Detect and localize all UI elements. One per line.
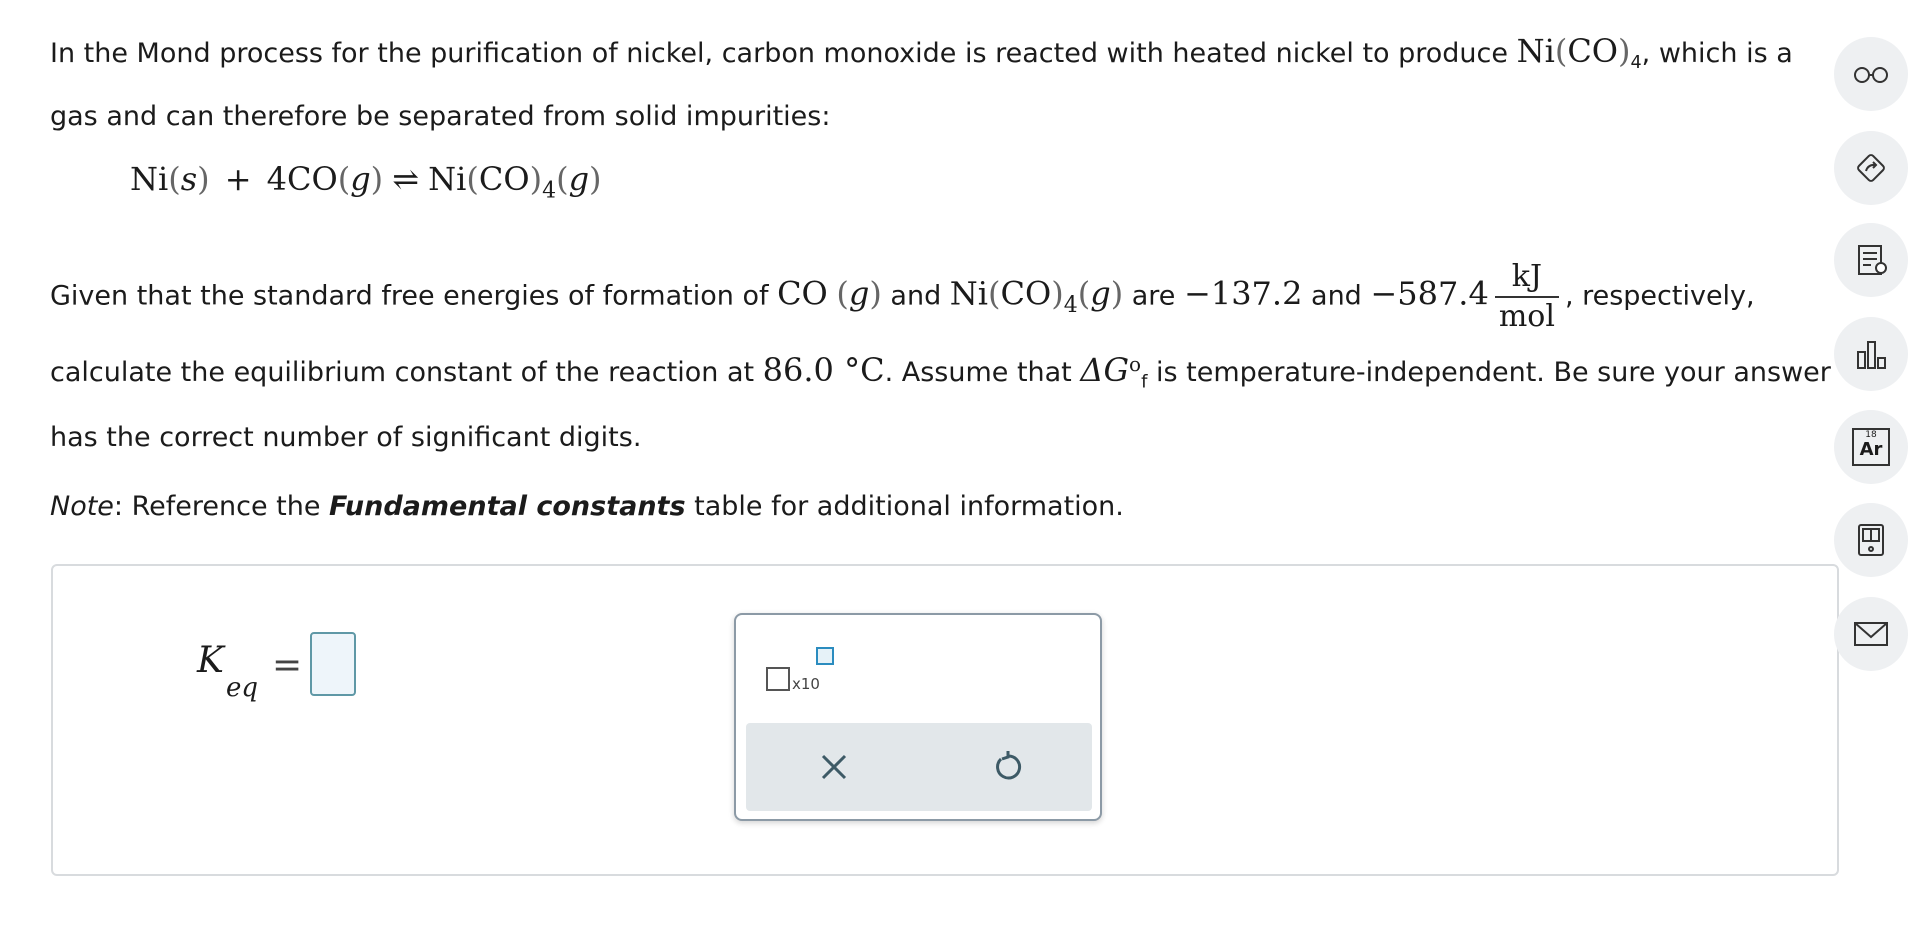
- periodic-table-icon: 18 Ar: [1852, 428, 1890, 466]
- value-nico4: −587.4: [1370, 274, 1489, 313]
- keq-subscript: eq: [226, 673, 259, 703]
- scientific-notation-button[interactable]: x10: [766, 645, 846, 705]
- notes-icon-button[interactable]: [1834, 223, 1908, 297]
- tool-action-bar: [746, 723, 1092, 811]
- fundamental-constants-link[interactable]: Fundamental constants: [329, 491, 685, 522]
- answer-input[interactable]: [310, 632, 356, 696]
- unit-fraction: kJ mol: [1494, 258, 1559, 336]
- calculator-icon: [1858, 524, 1884, 556]
- delta-g: ΔG: [1080, 351, 1130, 389]
- tag-icon: [1857, 154, 1885, 182]
- periodic-table-icon-button[interactable]: 18 Ar: [1834, 410, 1908, 484]
- undo-icon: [996, 751, 1022, 780]
- clear-button[interactable]: [812, 745, 856, 789]
- formula-sub: 4: [1630, 53, 1642, 74]
- temperature: 86.0 °C: [762, 351, 885, 389]
- chart-icon: [1857, 341, 1886, 369]
- question-intro: In the Mond process for the purification…: [50, 32, 1793, 133]
- formula-ni: Ni: [1516, 32, 1555, 70]
- equals-sign: =: [272, 645, 303, 686]
- x10-label: x10: [792, 675, 820, 693]
- mail-icon: [1854, 622, 1888, 646]
- glasses-icon-button[interactable]: [1834, 37, 1908, 111]
- reaction-equation: Ni(s) + 4CO(g) ⇌ Ni(CO)4(g): [130, 160, 602, 204]
- value-co: −137.2: [1184, 274, 1303, 313]
- note: Note: Reference the Fundamental constant…: [50, 491, 1124, 522]
- keq-symbol: K: [197, 640, 224, 681]
- close-icon: [821, 754, 847, 780]
- glasses-icon: [1854, 67, 1888, 83]
- calculator-icon-button[interactable]: [1834, 503, 1908, 577]
- mantissa-box-icon: [766, 667, 790, 691]
- question-body: Given that the standard free energies of…: [50, 258, 1831, 454]
- notes-icon: [1858, 245, 1887, 275]
- exponent-box-icon: [816, 647, 834, 665]
- mail-icon-button[interactable]: [1834, 597, 1908, 671]
- tag-icon-button[interactable]: [1834, 131, 1908, 205]
- answer-tools-palette: x10: [734, 613, 1102, 821]
- chart-icon-button[interactable]: [1834, 317, 1908, 391]
- undo-button[interactable]: [986, 745, 1030, 789]
- intro-text: In the Mond process for the purification…: [50, 38, 1517, 69]
- equilibrium-arrow: ⇌: [392, 160, 420, 198]
- formula-co: CO: [1567, 32, 1619, 70]
